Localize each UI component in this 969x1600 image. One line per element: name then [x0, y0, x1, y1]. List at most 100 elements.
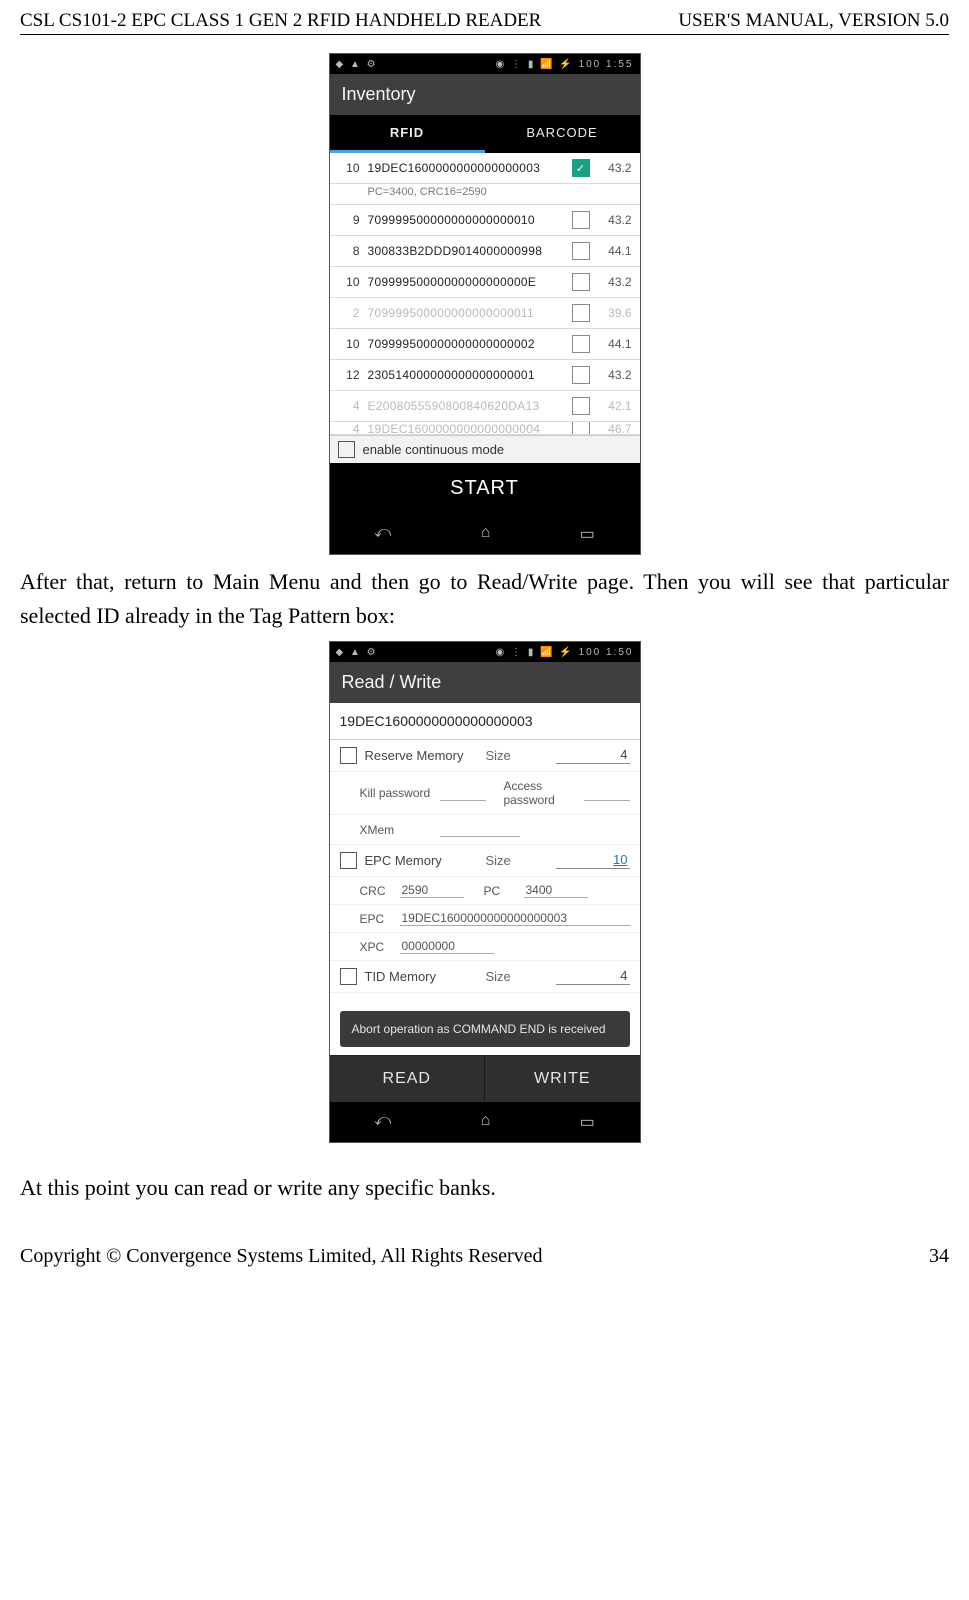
- recent-icon[interactable]: ▭: [580, 1112, 595, 1132]
- checkbox-icon[interactable]: [572, 304, 590, 322]
- checkbox-icon[interactable]: [340, 852, 357, 869]
- read-button[interactable]: READ: [330, 1056, 485, 1102]
- row-rssi: 43.2: [598, 161, 632, 175]
- write-button[interactable]: WRITE: [484, 1056, 640, 1102]
- row-epc: 300833B2DDD9014000000998: [368, 244, 564, 258]
- row-epc: 709999500000000000000002: [368, 337, 564, 351]
- row-count: 8: [338, 244, 360, 258]
- inventory-list[interactable]: 10 19DEC1600000000000000003 ✓ 43.2 PC=3400, …: [330, 153, 640, 435]
- xmem-field[interactable]: [440, 822, 520, 837]
- start-button[interactable]: START: [330, 463, 640, 514]
- status-left-icons: ◆ ▲ ⚙: [336, 59, 378, 70]
- checkbox-icon[interactable]: [338, 441, 355, 458]
- screenshot-inventory: ◆ ▲ ⚙ ◉ ⋮ ▮ 📶 ⚡ 100 1:55 Inventory RFID …: [329, 53, 641, 555]
- inventory-row[interactable]: 270999950000000000000001139.6: [330, 298, 640, 329]
- screen-title: Inventory: [330, 74, 640, 115]
- home-icon[interactable]: ⌂: [481, 524, 491, 544]
- inventory-row[interactable]: 1070999950000000000000000E43.2: [330, 267, 640, 298]
- row-epc: 230514000000000000000001: [368, 368, 564, 382]
- xpc-row: XPC 00000000: [330, 933, 640, 961]
- paragraph-1: After that, return to Main Menu and then…: [20, 565, 949, 633]
- paragraph-2: At this point you can read or write any …: [20, 1171, 949, 1205]
- epc-memory-row[interactable]: EPC Memory Size 10: [330, 845, 640, 877]
- status-left-icons: ◆ ▲ ⚙: [336, 647, 378, 658]
- pc-label: PC: [484, 884, 524, 898]
- kill-password-label: Kill password: [360, 786, 440, 800]
- back-icon[interactable]: ⤺: [374, 1112, 391, 1132]
- checkbox-icon[interactable]: [572, 273, 590, 291]
- continuous-mode-row[interactable]: enable continuous mode: [330, 435, 640, 463]
- inventory-row[interactable]: 10 19DEC1600000000000000003 ✓ 43.2: [330, 153, 640, 184]
- password-row: Kill password Access password: [330, 772, 640, 815]
- row-count: 10: [338, 161, 360, 175]
- row-rssi: 43.2: [598, 275, 632, 289]
- checkbox-icon[interactable]: [572, 335, 590, 353]
- checkbox-icon[interactable]: [340, 747, 357, 764]
- checkbox-icon[interactable]: [572, 211, 590, 229]
- row-epc: 19DEC1600000000000000004: [368, 422, 564, 435]
- screen-title: Read / Write: [330, 662, 640, 703]
- header-left: CSL CS101-2 EPC CLASS 1 GEN 2 RFID HANDH…: [20, 10, 541, 32]
- pc-value[interactable]: 3400: [524, 883, 588, 898]
- tid-memory-label: TID Memory: [365, 969, 486, 984]
- epc-value-row: EPC 19DEC1600000000000000003: [330, 905, 640, 933]
- checkbox-icon[interactable]: ✓: [572, 159, 590, 177]
- row-epc: 19DEC1600000000000000003: [368, 161, 564, 175]
- checkbox-icon[interactable]: [340, 968, 357, 985]
- xpc-label: XPC: [360, 940, 400, 954]
- xmem-label: XMem: [360, 823, 440, 837]
- checkbox-icon[interactable]: [572, 397, 590, 415]
- inventory-row[interactable]: 419DEC160000000000000000446.7: [330, 422, 640, 435]
- status-bar: ◆ ▲ ⚙ ◉ ⋮ ▮ 📶 ⚡ 100 1:50: [330, 642, 640, 662]
- reserve-size-field[interactable]: 4: [556, 747, 630, 764]
- row-epc: E2008055590800840620DA13: [368, 399, 564, 413]
- recent-icon[interactable]: ▭: [580, 524, 595, 544]
- inventory-row[interactable]: 1223051400000000000000000143.2: [330, 360, 640, 391]
- checkbox-icon[interactable]: [572, 366, 590, 384]
- tid-memory-row[interactable]: TID Memory Size 4: [330, 961, 640, 993]
- epc-size-field[interactable]: 10: [556, 852, 630, 869]
- row-rssi: 44.1: [598, 244, 632, 258]
- status-bar: ◆ ▲ ⚙ ◉ ⋮ ▮ 📶 ⚡ 100 1:55: [330, 54, 640, 74]
- inventory-tabs: RFID BARCODE: [330, 115, 640, 153]
- row-epc: 709999500000000000000011: [368, 306, 564, 320]
- xmem-row: XMem: [330, 815, 640, 845]
- inventory-row[interactable]: 4E2008055590800840620DA1342.1: [330, 391, 640, 422]
- page-footer: Copyright © Convergence Systems Limited,…: [20, 1245, 949, 1268]
- row-epc: 709999500000000000000010: [368, 213, 564, 227]
- home-icon[interactable]: ⌂: [481, 1112, 491, 1132]
- back-icon[interactable]: ⤺: [374, 524, 391, 544]
- checkbox-icon[interactable]: [572, 242, 590, 260]
- status-right-icons: ◉ ⋮ ▮ 📶 ⚡ 100 1:50: [496, 647, 634, 658]
- size-label: Size: [486, 969, 556, 984]
- continuous-mode-label: enable continuous mode: [363, 442, 505, 457]
- inventory-row[interactable]: 10 709999500000000000000002 44.1: [330, 329, 640, 360]
- tid-size-field[interactable]: 4: [556, 968, 630, 985]
- reserve-memory-row[interactable]: Reserve Memory Size 4: [330, 740, 640, 772]
- kill-password-field[interactable]: [440, 786, 486, 801]
- epc-label: EPC: [360, 912, 400, 926]
- checkbox-icon[interactable]: [572, 422, 590, 435]
- row-count: 10: [338, 337, 360, 351]
- tab-rfid[interactable]: RFID: [330, 115, 485, 153]
- page-header: CSL CS101-2 EPC CLASS 1 GEN 2 RFID HANDH…: [20, 10, 949, 35]
- xpc-value-field[interactable]: 00000000: [400, 939, 494, 954]
- crc-value[interactable]: 2590: [400, 883, 464, 898]
- read-write-button-bar: READ WRITE: [330, 1055, 640, 1102]
- selected-row-detail: PC=3400, CRC16=2590: [330, 184, 640, 205]
- access-password-field[interactable]: [584, 786, 630, 801]
- inventory-row[interactable]: 970999950000000000000001043.2: [330, 205, 640, 236]
- footer-copyright: Copyright © Convergence Systems Limited,…: [20, 1245, 543, 1268]
- toast-message: Abort operation as COMMAND END is receiv…: [340, 1011, 630, 1047]
- tag-pattern-field[interactable]: 19DEC1600000000000000003: [330, 703, 640, 740]
- epc-value-field[interactable]: 19DEC1600000000000000003: [400, 911, 630, 926]
- tab-barcode[interactable]: BARCODE: [485, 115, 640, 153]
- status-right-icons: ◉ ⋮ ▮ 📶 ⚡ 100 1:55: [496, 59, 634, 70]
- inventory-row[interactable]: 8 300833B2DDD9014000000998 44.1: [330, 236, 640, 267]
- crc-label: CRC: [360, 884, 400, 898]
- screenshot-read-write: ◆ ▲ ⚙ ◉ ⋮ ▮ 📶 ⚡ 100 1:50 Read / Write 19…: [329, 641, 641, 1143]
- footer-page-number: 34: [929, 1245, 949, 1268]
- row-rssi: 44.1: [598, 337, 632, 351]
- row-count: 4: [338, 422, 360, 435]
- row-rssi: 39.6: [598, 306, 632, 320]
